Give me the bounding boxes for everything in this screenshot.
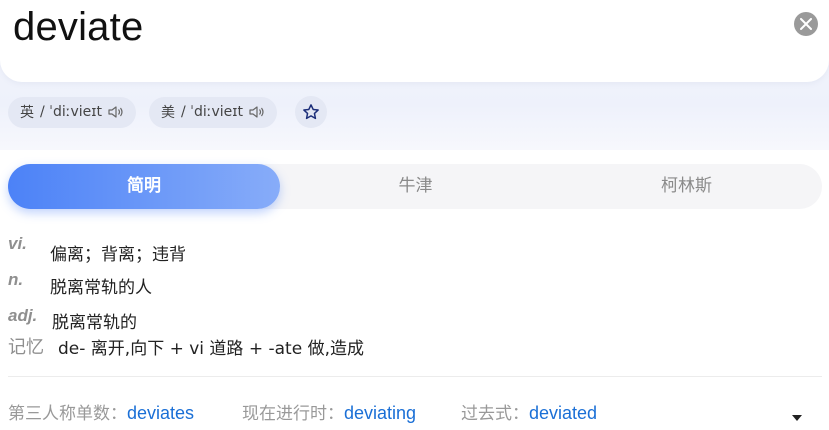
memory-tip-text: de- 离开,向下 + vi 道路 + -ate 做,造成	[58, 339, 364, 359]
tab-oxford[interactable]: 牛津	[280, 164, 551, 209]
part-of-speech: adj.	[8, 306, 38, 325]
search-input[interactable]: deviate	[13, 5, 143, 50]
search-box[interactable]: deviate	[0, 0, 829, 82]
part-of-speech: vi.	[8, 234, 27, 253]
word-form-present-participle: 现在进行时：deviating	[242, 399, 416, 424]
word-form-third-person: 第三人称单数：deviates	[8, 399, 194, 424]
word-form-link[interactable]: deviated	[529, 403, 597, 423]
tab-concise[interactable]: 简明	[8, 164, 280, 209]
speaker-icon	[108, 106, 123, 118]
word-form-link[interactable]: deviates	[127, 403, 194, 423]
pronunciation-ipa: / ˈdiːvieɪt	[181, 104, 243, 120]
definition-text: 脱离常轨的	[52, 313, 137, 333]
star-icon	[303, 104, 319, 120]
definition-text: 脱离常轨的人	[50, 278, 152, 298]
word-form-label: 现在进行时：	[242, 404, 344, 424]
pronunciation-region: 美	[161, 105, 175, 121]
part-of-speech: n.	[8, 270, 24, 289]
pronunciation-region: 英	[20, 105, 34, 121]
word-form-past-tense: 过去式：deviated	[461, 399, 597, 424]
clear-icon	[800, 18, 812, 30]
favorite-button[interactable]	[295, 96, 327, 128]
dictionary-tabs: 简明 牛津 柯林斯	[8, 164, 822, 209]
pronunciation-us-button[interactable]: 美 / ˈdiːvieɪt	[149, 96, 277, 128]
word-form-label: 过去式：	[461, 404, 529, 424]
clear-button[interactable]	[794, 12, 818, 36]
word-form-link[interactable]: deviating	[344, 403, 416, 423]
pronunciation-ipa: / ˈdiːvieɪt	[40, 104, 102, 120]
expand-forms-button[interactable]	[791, 407, 803, 426]
pronunciation-row: 英 / ˈdiːvieɪt 美 / ˈdiːvieɪt	[8, 96, 327, 128]
definition-text: 偏离；背离；违背	[50, 245, 186, 265]
tab-collins[interactable]: 柯林斯	[551, 164, 822, 209]
pronunciation-uk-button[interactable]: 英 / ˈdiːvieɪt	[8, 96, 136, 128]
divider	[8, 376, 822, 377]
caret-down-icon	[792, 415, 802, 421]
speaker-icon	[249, 106, 264, 118]
word-form-label: 第三人称单数：	[8, 404, 127, 424]
memory-tip-label: 记忆	[8, 337, 44, 358]
